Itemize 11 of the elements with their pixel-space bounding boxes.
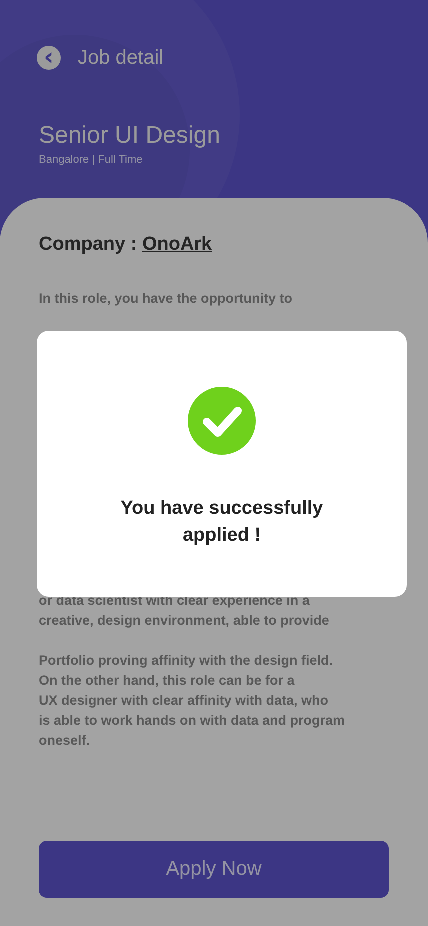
screen-title: Job detail: [78, 46, 164, 70]
description-text: Portfolio proving affinity with the design field. On the other hand, this role can be for a UX designer with clear affinity with data, who is able to work hands on with data and program oneself.: [39, 652, 346, 750]
company-link[interactable]: OnoArk: [142, 234, 212, 255]
check-icon: [188, 387, 256, 455]
job-title: Senior UI Design: [39, 122, 222, 150]
back-button[interactable]: ‹: [37, 46, 61, 70]
description-text: In this role, you have the opportunity to: [39, 290, 294, 308]
company-label: Company :: [39, 234, 138, 255]
apply-now-button[interactable]: Apply Now: [39, 841, 389, 898]
success-message: You have successfully applied !: [120, 497, 324, 548]
job-location-type: Bangalore | Full Time: [39, 154, 144, 166]
